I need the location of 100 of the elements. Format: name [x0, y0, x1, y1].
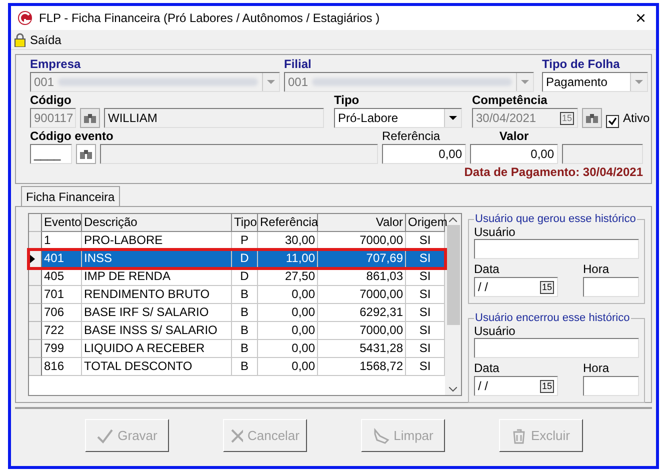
field-label: Tipo de Folha	[542, 57, 621, 71]
type-dropdown[interactable]: Pró-Labore	[334, 108, 462, 128]
group-title: Usuário que gerou esse histórico	[474, 213, 637, 225]
scroll-thumb[interactable]	[446, 224, 460, 324]
table-row[interactable]: 799 LIQUIDO A RECEBER B 0,00 5431,28 SI	[29, 340, 445, 358]
table-cell: B	[232, 358, 258, 376]
active-checkbox[interactable]	[606, 115, 619, 128]
field-label: Hora	[583, 262, 610, 276]
table-cell: RENDIMENTO BRUTO	[82, 286, 232, 304]
scroll-down-icon[interactable]	[449, 387, 457, 392]
field-label: Hora	[583, 361, 610, 375]
window-title: FLP - Ficha Financeira (Pró Labores / Autônomos / Estagiários )	[39, 11, 381, 25]
name-field[interactable]: WILLIAM	[104, 108, 324, 128]
table-row[interactable]: 706 BASE IRF S/ SALARIO B 0,00 6292,31 SI	[29, 304, 445, 322]
date-field[interactable]: 30/04/2021 15	[472, 108, 578, 128]
calendar-button[interactable]: 15	[560, 112, 574, 124]
table-row[interactable]: 816 TOTAL DESCONTO B 0,00 1568,72 SI	[29, 358, 445, 376]
sheet-type-dropdown[interactable]: Pagamento	[542, 72, 648, 92]
branch-dropdown[interactable]: 001	[284, 72, 534, 92]
group-title: Usuário encerrou esse histórico	[474, 312, 631, 324]
scroll-up-icon[interactable]	[449, 217, 457, 222]
time-field[interactable]	[583, 376, 639, 396]
user-field[interactable]	[474, 239, 639, 259]
table-cell: 7000,00	[318, 286, 406, 304]
scrollbar[interactable]	[445, 214, 461, 395]
table-cell: 816	[42, 358, 82, 376]
column-header[interactable]: Referência	[258, 214, 318, 232]
field-label: Código	[30, 93, 72, 107]
close-button[interactable]: ×	[631, 9, 650, 27]
user-field[interactable]	[474, 338, 639, 358]
table-cell: B	[232, 322, 258, 340]
event-name-field[interactable]	[100, 144, 378, 164]
table-cell: 0,00	[258, 358, 318, 376]
table-cell: 0,00	[258, 340, 318, 358]
date-field[interactable]: / / 15	[474, 376, 558, 396]
table-cell: 799	[42, 340, 82, 358]
table-cell: 401	[42, 250, 82, 268]
tab[interactable]: Ficha Financeira	[21, 186, 120, 206]
table-cell: IMP DE RENDA	[82, 268, 232, 286]
calendar-button[interactable]: 15	[540, 280, 554, 294]
field-label: Empresa	[30, 57, 82, 71]
dropdown-arrow-icon	[635, 80, 643, 84]
table-row[interactable]: 401 INSS D 11,00 707,69 SI	[29, 250, 445, 268]
table-cell: D	[232, 250, 258, 268]
table-cell: 6292,31	[318, 304, 406, 322]
checkmark-icon	[96, 428, 114, 444]
value-field[interactable]: 0,00	[470, 144, 558, 164]
search-button[interactable]	[582, 108, 602, 128]
table-cell: BASE INSS S/ SALARIO	[82, 322, 232, 340]
table-cell: 7000,00	[318, 322, 406, 340]
row-pointer-icon	[29, 254, 35, 264]
field-label: Usuário	[474, 324, 516, 338]
date-field[interactable]: / / 15	[474, 277, 558, 297]
table-cell: INSS	[82, 250, 232, 268]
table-row[interactable]: 722 BASE INSS S/ SALARIO B 0,00 7000,00 SI	[29, 322, 445, 340]
dropdown-arrow-icon	[267, 80, 275, 84]
table-cell: 722	[42, 322, 82, 340]
dropdown-arrow-icon	[521, 80, 529, 84]
table-cell: 0,00	[258, 286, 318, 304]
column-header[interactable]: Evento	[42, 214, 82, 232]
trash-icon	[510, 428, 527, 444]
field-label: Filial	[284, 57, 312, 71]
close-icon	[230, 428, 244, 444]
table-cell: SI	[406, 250, 445, 268]
column-header[interactable]: Origem	[406, 214, 445, 232]
field-label: Valor	[498, 129, 530, 143]
eraser-icon	[372, 428, 390, 444]
table-cell: 11,00	[258, 250, 318, 268]
table-row[interactable]: 405 IMP DE RENDA D 27,50 861,03 SI	[29, 268, 445, 286]
company-dropdown[interactable]: 001	[30, 72, 280, 92]
payment-date: Data de Pagamento: 30/04/2021	[464, 165, 643, 179]
column-header[interactable]: Valor	[318, 214, 406, 232]
column-header[interactable]: Descrição	[82, 214, 232, 232]
menu-item[interactable]: Saída	[30, 32, 62, 46]
reference-field[interactable]: 0,00	[382, 144, 466, 164]
text-field[interactable]	[562, 144, 643, 164]
search-button[interactable]	[80, 108, 100, 128]
dropdown-arrow-icon	[449, 116, 457, 120]
table-cell: 707,69	[318, 250, 406, 268]
time-field[interactable]	[583, 277, 639, 297]
field-label: Data	[474, 361, 500, 375]
table-cell: 0,00	[258, 304, 318, 322]
table-cell: B	[232, 286, 258, 304]
column-header[interactable]: Tipo	[232, 214, 258, 232]
binoculars-icon	[585, 112, 599, 124]
binoculars-icon	[83, 112, 97, 124]
field-label: Usuário	[474, 225, 516, 239]
table-row[interactable]: 701 RENDIMENTO BRUTO B 0,00 7000,00 SI	[29, 286, 445, 304]
table-cell: 27,50	[258, 268, 318, 286]
calendar-button[interactable]: 15	[540, 380, 554, 392]
search-button[interactable]	[76, 144, 96, 164]
table-cell: B	[232, 340, 258, 358]
table-cell: 1568,72	[318, 358, 406, 376]
binoculars-icon	[79, 148, 93, 160]
field-label: Código evento	[30, 129, 114, 143]
event-code-field[interactable]: ____	[30, 144, 72, 164]
code-field[interactable]: 900117	[30, 108, 76, 128]
field-label: Referência	[382, 129, 442, 143]
field-label: Competência	[472, 93, 548, 107]
table-cell: 861,03	[318, 268, 406, 286]
